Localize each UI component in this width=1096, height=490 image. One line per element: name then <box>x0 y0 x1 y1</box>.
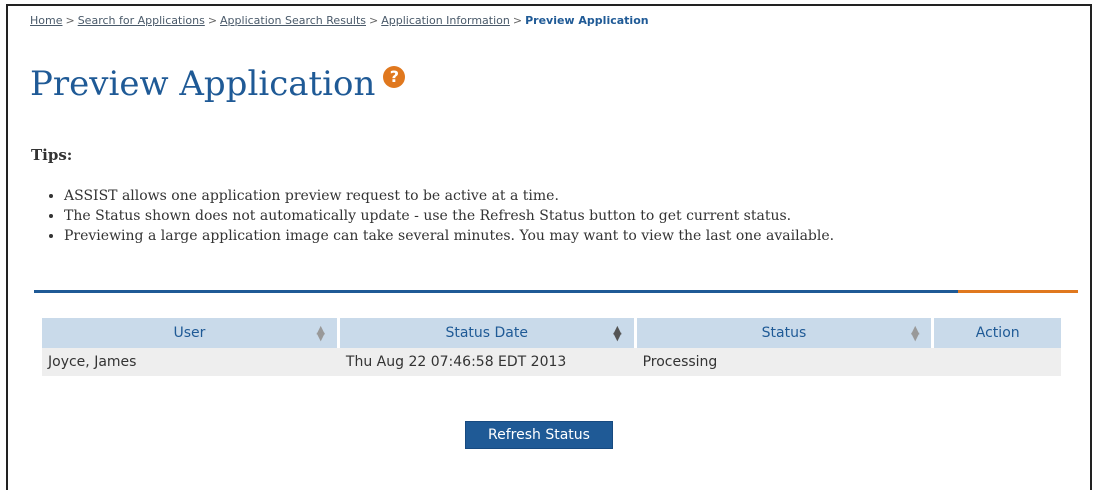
breadcrumb-current: Preview Application <box>525 14 649 27</box>
title-row: Preview Application ? <box>30 62 406 106</box>
column-header-label: Action <box>975 325 1020 341</box>
breadcrumb-search-link[interactable]: Search for Applications <box>78 14 205 27</box>
tips-list: ASSIST allows one application preview re… <box>46 186 1074 246</box>
cell-status-date: Thu Aug 22 07:46:58 EDT 2013 <box>339 348 637 376</box>
breadcrumb-home-link[interactable]: Home <box>30 14 62 27</box>
table-header-row: User ▲ ▼ Status Date ▲ ▼ Status ▲ ▼ Action <box>42 318 1061 348</box>
cell-action <box>934 348 1061 376</box>
breadcrumb-info-link[interactable]: Application Information <box>381 14 510 27</box>
breadcrumb-separator: > <box>207 14 218 27</box>
section-divider-accent <box>958 290 1078 293</box>
column-header-user[interactable]: User ▲ ▼ <box>42 318 340 348</box>
column-header-label: Status <box>761 325 807 341</box>
column-header-label: User <box>173 325 206 341</box>
page-title: Preview Application <box>30 64 376 104</box>
column-header-status[interactable]: Status ▲ ▼ <box>636 318 935 348</box>
sort-both-icon: ▲ ▼ <box>910 323 920 343</box>
breadcrumb-separator: > <box>65 14 75 27</box>
tips-heading: Tips: <box>31 146 73 164</box>
breadcrumb-separator: > <box>369 14 379 27</box>
refresh-status-button[interactable]: Refresh Status <box>465 421 613 449</box>
breadcrumb-separator: > <box>512 14 523 27</box>
tip-item: Previewing a large application image can… <box>64 226 1074 246</box>
table-row: Joyce, James Thu Aug 22 07:46:58 EDT 201… <box>42 348 1061 376</box>
breadcrumb-results-link[interactable]: Application Search Results <box>220 14 366 27</box>
sort-both-icon: ▲ ▼ <box>316 323 325 343</box>
breadcrumb: Home > Search for Applications > Application… <box>30 14 649 27</box>
section-divider <box>34 290 1078 293</box>
sort-active-icon: ▲ ▼ <box>613 323 622 343</box>
cell-user: Joyce, James <box>42 348 340 376</box>
tip-item: The Status shown does not automatically … <box>64 206 1074 226</box>
column-header-status-date[interactable]: Status Date ▲ ▼ <box>339 318 637 348</box>
column-header-action: Action <box>934 318 1061 348</box>
preview-requests-table: User ▲ ▼ Status Date ▲ ▼ Status ▲ ▼ Action … <box>42 318 1061 376</box>
cell-status: Processing <box>636 348 935 376</box>
tip-item: ASSIST allows one application preview re… <box>64 186 1074 206</box>
column-header-label: Status Date <box>445 325 528 341</box>
question-mark-icon[interactable]: ? <box>383 66 406 88</box>
